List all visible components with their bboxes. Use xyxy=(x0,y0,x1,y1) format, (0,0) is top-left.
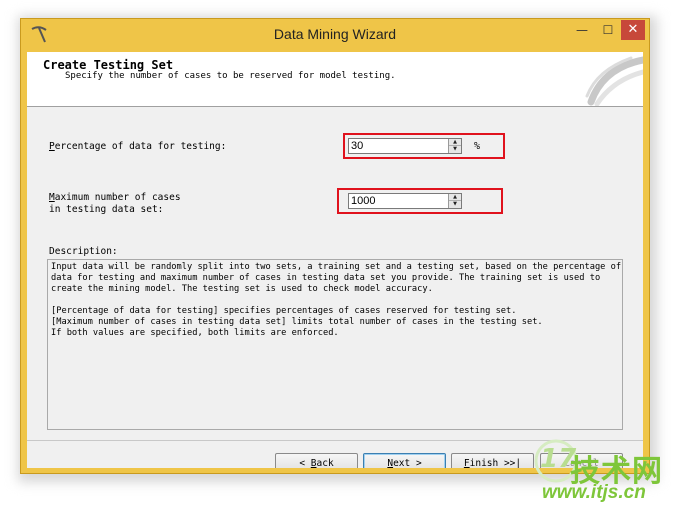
minimize-button[interactable]: — xyxy=(569,20,595,40)
max-cases-highlight-box xyxy=(337,188,503,214)
page-title: Create Testing Set xyxy=(43,58,174,72)
maximize-button[interactable]: ☐ xyxy=(595,20,621,40)
percentage-label: Percentage of data for testing: xyxy=(49,141,227,152)
wizard-header: Create Testing Set Specify the number of… xyxy=(27,52,643,107)
description-line: [Maximum number of cases in testing data… xyxy=(51,317,543,327)
description-label: Description: xyxy=(49,246,118,257)
back-button[interactable]: < Back xyxy=(275,453,358,468)
title-bar[interactable]: Data Mining Wizard — ☐ ✕ xyxy=(21,19,649,52)
wizard-swoosh-icon xyxy=(585,56,643,106)
finish-button[interactable]: Finish >>| xyxy=(451,453,534,468)
description-line: If both values are specified, both limit… xyxy=(51,328,339,338)
description-line: [Percentage of data for testing] specifi… xyxy=(51,306,517,316)
wizard-body: Create Testing Set Specify the number of… xyxy=(27,52,643,468)
close-button[interactable]: ✕ xyxy=(621,20,645,40)
page-subtitle: Specify the number of cases to be reserv… xyxy=(65,71,396,81)
window-title: Data Mining Wizard xyxy=(273,26,397,42)
next-button[interactable]: Next > xyxy=(363,453,446,468)
percentage-highlight-box xyxy=(343,133,505,159)
max-cases-label: Maximum number of cases in testing data s… xyxy=(49,192,181,215)
description-line: create the mining model. The testing set… xyxy=(51,284,433,294)
watermark-url: www.itjs.cn xyxy=(542,482,646,503)
wizard-window: Data Mining Wizard — ☐ ✕ Create Testing … xyxy=(20,18,650,474)
site-watermark: 17 技术网 www.itjs.cn xyxy=(528,436,684,514)
description-line: data for testing and maximum number of c… xyxy=(51,273,601,283)
description-box: Input data will be randomly split into t… xyxy=(47,259,623,430)
description-line: Input data will be randomly split into t… xyxy=(51,262,622,272)
